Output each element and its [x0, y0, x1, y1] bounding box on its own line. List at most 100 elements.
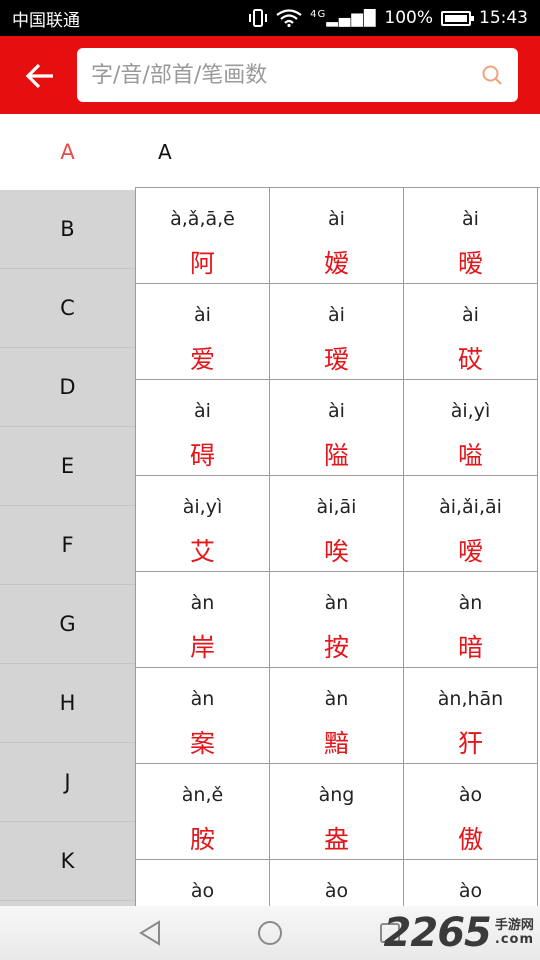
search-input[interactable]: [91, 62, 480, 88]
watermark-logo: 2265 手游网 .com: [384, 906, 534, 960]
character-grid: à,ǎ,ā,ē 阿 ài 嫒 ài 暧 ài 爱 ài 瑷 ài 砹 ài 碍 ài 隘 ài,…: [135, 187, 540, 906]
pinyin-label: ài: [328, 208, 345, 230]
battery-icon: [441, 10, 474, 26]
character-cell[interactable]: ài 爱: [136, 284, 270, 380]
hanzi-label: 案: [189, 729, 215, 758]
letter-index-item[interactable]: C: [0, 269, 135, 348]
hanzi-label: 犴: [457, 729, 483, 758]
character-cell[interactable]: ài,yì 艾: [136, 476, 270, 572]
character-cell[interactable]: ào: [136, 860, 270, 906]
hanzi-label: 岸: [189, 633, 215, 662]
character-cell[interactable]: ài,yì 嗌: [404, 380, 538, 476]
pinyin-label: ài,yì: [450, 400, 491, 422]
pinyin-label: ài: [462, 208, 479, 230]
pinyin-label: ài: [328, 304, 345, 326]
pinyin-label: ào: [458, 880, 483, 902]
letter-index-item[interactable]: F: [0, 506, 135, 585]
watermark-number: 2265: [383, 910, 492, 956]
character-cell[interactable]: àng 盎: [270, 764, 404, 860]
clock: 15:43: [479, 8, 528, 28]
wifi-icon: [276, 9, 302, 27]
letter-index-sidebar[interactable]: B C D E F G H J K: [0, 190, 135, 906]
vibrate-icon: [249, 9, 268, 27]
watermark-com: .com: [494, 932, 534, 947]
character-cell[interactable]: ài 嫒: [270, 188, 404, 284]
network-type: 4G: [310, 9, 327, 20]
hanzi-label: 艾: [189, 537, 215, 566]
character-cell[interactable]: àn 案: [136, 668, 270, 764]
character-cell[interactable]: ào: [270, 860, 404, 906]
arrow-left-icon: [25, 63, 53, 89]
character-cell[interactable]: ài,ǎi,āi 嗳: [404, 476, 538, 572]
hanzi-label: 暧: [457, 249, 483, 278]
pinyin-label: ài: [194, 304, 211, 326]
watermark-cn: 手游网: [494, 917, 534, 933]
letter-index-item[interactable]: G: [0, 585, 135, 664]
character-cell[interactable]: ài 瑷: [270, 284, 404, 380]
pinyin-label: ài,āi: [316, 496, 357, 518]
nav-back-button[interactable]: [130, 913, 170, 953]
pinyin-label: ào: [324, 880, 349, 902]
pinyin-label: ài: [462, 304, 479, 326]
pinyin-label: àn: [190, 688, 215, 710]
back-button[interactable]: [18, 54, 62, 98]
pinyin-label: àn: [458, 592, 483, 614]
letter-index-item[interactable]: H: [0, 664, 135, 743]
hanzi-label: 傲: [457, 825, 483, 854]
character-cell[interactable]: àn 黯: [270, 668, 404, 764]
hanzi-label: 嫒: [323, 249, 349, 278]
pinyin-label: àn,hān: [437, 688, 504, 710]
character-cell[interactable]: àn 按: [270, 572, 404, 668]
pinyin-label: àng: [318, 784, 355, 806]
app-header: [0, 36, 540, 114]
pinyin-label: ài: [194, 400, 211, 422]
character-grid-scroll[interactable]: à,ǎ,ā,ē 阿 ài 嫒 ài 暧 ài 爱 ài 瑷 ài 砹 ài 碍 ài 隘 ài,…: [135, 187, 540, 906]
character-cell[interactable]: ài 碍: [136, 380, 270, 476]
hanzi-label: 阿: [189, 249, 215, 278]
hanzi-label: 嗌: [457, 441, 483, 470]
pinyin-label: àn: [324, 592, 349, 614]
pinyin-label: àn: [324, 688, 349, 710]
letter-index-item[interactable]: E: [0, 427, 135, 506]
hanzi-label: 黯: [323, 729, 349, 758]
pinyin-label: ài,ǎi,āi: [439, 496, 502, 518]
character-cell[interactable]: ào: [404, 860, 538, 906]
pinyin-label: ào: [458, 784, 483, 806]
character-cell[interactable]: à,ǎ,ā,ē 阿: [136, 188, 270, 284]
hanzi-label: 唉: [323, 537, 349, 566]
hanzi-label: 按: [323, 633, 349, 662]
letter-index-item[interactable]: D: [0, 348, 135, 427]
search-icon[interactable]: [480, 63, 504, 87]
character-cell[interactable]: àn 暗: [404, 572, 538, 668]
hanzi-label: 瑷: [323, 345, 349, 374]
hanzi-label: 胺: [189, 825, 215, 854]
status-bar: 中国联通 4G▂▄▆█ 100% 15:43: [0, 0, 540, 36]
pinyin-label: ài,yì: [182, 496, 223, 518]
hanzi-label: 砹: [457, 345, 483, 374]
hanzi-label: 嗳: [457, 537, 483, 566]
letter-index-item[interactable]: K: [0, 822, 135, 901]
hanzi-label: 盎: [323, 825, 349, 854]
signal-icon: 4G▂▄▆█: [310, 9, 377, 27]
character-cell[interactable]: àn,ě 胺: [136, 764, 270, 860]
back-triangle-icon: [139, 920, 160, 946]
home-circle-icon: [258, 921, 282, 945]
pinyin-label: ài: [328, 400, 345, 422]
character-cell[interactable]: ài 砹: [404, 284, 538, 380]
character-cell[interactable]: ài,āi 唉: [270, 476, 404, 572]
nav-home-button[interactable]: [250, 913, 290, 953]
pinyin-label: ào: [190, 880, 215, 902]
character-cell[interactable]: àn,hān 犴: [404, 668, 538, 764]
character-cell[interactable]: àn 岸: [136, 572, 270, 668]
character-cell[interactable]: ào 傲: [404, 764, 538, 860]
letter-index-item[interactable]: J: [0, 743, 135, 822]
character-cell[interactable]: ài 隘: [270, 380, 404, 476]
search-box[interactable]: [77, 48, 518, 102]
carrier-label: 中国联通: [12, 10, 80, 31]
character-cell[interactable]: ài 暧: [404, 188, 538, 284]
hanzi-label: 暗: [457, 633, 483, 662]
letter-index-item[interactable]: B: [0, 190, 135, 269]
section-title: A: [158, 140, 172, 164]
letter-index-a[interactable]: A: [0, 114, 135, 190]
status-icons: 4G▂▄▆█ 100% 15:43: [248, 8, 528, 28]
